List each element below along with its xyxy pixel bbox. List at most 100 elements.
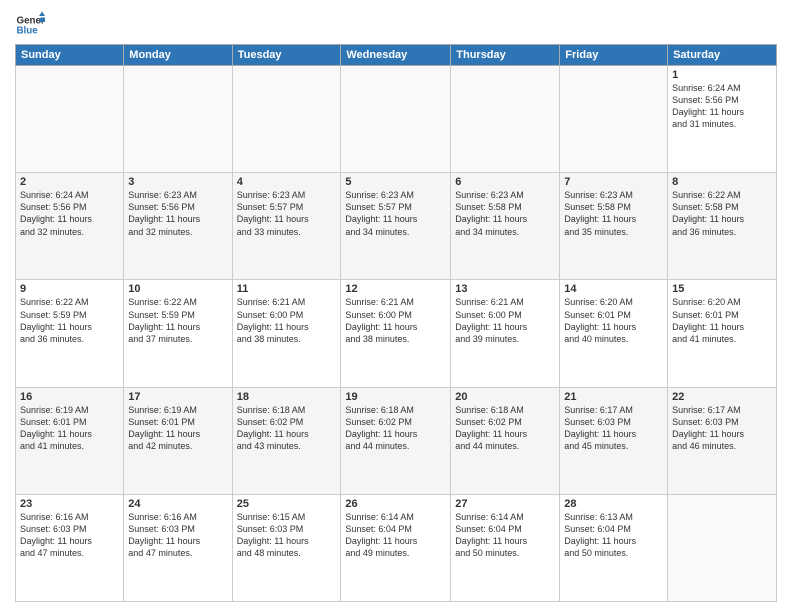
day-number: 27: [455, 498, 555, 510]
day-number: 22: [672, 391, 772, 403]
calendar-cell: 4Sunrise: 6:23 AM Sunset: 5:57 PM Daylig…: [232, 173, 341, 280]
calendar-cell: [16, 66, 124, 173]
calendar-cell: 26Sunrise: 6:14 AM Sunset: 6:04 PM Dayli…: [341, 494, 451, 601]
day-info: Sunrise: 6:16 AM Sunset: 6:03 PM Dayligh…: [128, 511, 227, 560]
calendar-header-row: SundayMondayTuesdayWednesdayThursdayFrid…: [16, 45, 777, 66]
calendar-cell: 10Sunrise: 6:22 AM Sunset: 5:59 PM Dayli…: [124, 280, 232, 387]
day-number: 26: [345, 498, 446, 510]
calendar-week-row: 2Sunrise: 6:24 AM Sunset: 5:56 PM Daylig…: [16, 173, 777, 280]
day-info: Sunrise: 6:23 AM Sunset: 5:56 PM Dayligh…: [128, 189, 227, 238]
calendar-cell: 9Sunrise: 6:22 AM Sunset: 5:59 PM Daylig…: [16, 280, 124, 387]
day-info: Sunrise: 6:18 AM Sunset: 6:02 PM Dayligh…: [345, 404, 446, 453]
calendar-cell: 8Sunrise: 6:22 AM Sunset: 5:58 PM Daylig…: [668, 173, 777, 280]
day-number: 5: [345, 176, 446, 188]
calendar-cell: 15Sunrise: 6:20 AM Sunset: 6:01 PM Dayli…: [668, 280, 777, 387]
day-number: 23: [20, 498, 119, 510]
calendar-cell: 17Sunrise: 6:19 AM Sunset: 6:01 PM Dayli…: [124, 387, 232, 494]
day-info: Sunrise: 6:15 AM Sunset: 6:03 PM Dayligh…: [237, 511, 337, 560]
day-info: Sunrise: 6:20 AM Sunset: 6:01 PM Dayligh…: [672, 296, 772, 345]
weekday-header: Wednesday: [341, 45, 451, 66]
day-info: Sunrise: 6:23 AM Sunset: 5:58 PM Dayligh…: [455, 189, 555, 238]
calendar-cell: [341, 66, 451, 173]
day-info: Sunrise: 6:16 AM Sunset: 6:03 PM Dayligh…: [20, 511, 119, 560]
day-info: Sunrise: 6:21 AM Sunset: 6:00 PM Dayligh…: [455, 296, 555, 345]
day-number: 1: [672, 69, 772, 81]
day-number: 14: [564, 283, 663, 295]
logo-icon: General Blue: [15, 10, 45, 40]
day-info: Sunrise: 6:14 AM Sunset: 6:04 PM Dayligh…: [455, 511, 555, 560]
calendar-week-row: 16 Sunrise: 6:19 AM Sunset: 6:01 PM Dayli…: [16, 387, 777, 494]
calendar-week-row: 9Sunrise: 6:22 AM Sunset: 5:59 PM Daylig…: [16, 280, 777, 387]
calendar-cell: 24Sunrise: 6:16 AM Sunset: 6:03 PM Dayli…: [124, 494, 232, 601]
weekday-header: Saturday: [668, 45, 777, 66]
calendar-cell: 3Sunrise: 6:23 AM Sunset: 5:56 PM Daylig…: [124, 173, 232, 280]
calendar-table: SundayMondayTuesdayWednesdayThursdayFrid…: [15, 44, 777, 602]
weekday-header: Sunday: [16, 45, 124, 66]
weekday-header: Thursday: [451, 45, 560, 66]
day-info: Sunrise: 6:23 AM Sunset: 5:57 PM Dayligh…: [345, 189, 446, 238]
day-number: 20: [455, 391, 555, 403]
day-info: Sunrise: 6:24 AM Sunset: 5:56 PM Dayligh…: [672, 82, 772, 131]
weekday-header: Friday: [560, 45, 668, 66]
calendar-cell: 19Sunrise: 6:18 AM Sunset: 6:02 PM Dayli…: [341, 387, 451, 494]
day-number: 18: [237, 391, 337, 403]
day-info: Sunrise: 6:23 AM Sunset: 5:58 PM Dayligh…: [564, 189, 663, 238]
logo: General Blue: [15, 10, 49, 40]
day-info: Sunrise: 6:22 AM Sunset: 5:59 PM Dayligh…: [20, 296, 119, 345]
calendar-cell: 11Sunrise: 6:21 AM Sunset: 6:00 PM Dayli…: [232, 280, 341, 387]
header: General Blue: [15, 10, 777, 40]
calendar-cell: [668, 494, 777, 601]
day-info: Sunrise: 6:20 AM Sunset: 6:01 PM Dayligh…: [564, 296, 663, 345]
day-number: 24: [128, 498, 227, 510]
calendar-week-row: 1Sunrise: 6:24 AM Sunset: 5:56 PM Daylig…: [16, 66, 777, 173]
day-number: 28: [564, 498, 663, 510]
day-info: Sunrise: 6:17 AM Sunset: 6:03 PM Dayligh…: [564, 404, 663, 453]
day-number: 11: [237, 283, 337, 295]
day-number: 12: [345, 283, 446, 295]
weekday-header: Tuesday: [232, 45, 341, 66]
day-number: 2: [20, 176, 119, 188]
day-number: 8: [672, 176, 772, 188]
day-info: Sunrise: 6:23 AM Sunset: 5:57 PM Dayligh…: [237, 189, 337, 238]
day-number: 4: [237, 176, 337, 188]
day-number: 3: [128, 176, 227, 188]
day-number: 17: [128, 391, 227, 403]
svg-text:Blue: Blue: [17, 25, 39, 36]
day-number: 16: [20, 391, 119, 403]
calendar-cell: 6Sunrise: 6:23 AM Sunset: 5:58 PM Daylig…: [451, 173, 560, 280]
day-number: 19: [345, 391, 446, 403]
calendar-cell: 23Sunrise: 6:16 AM Sunset: 6:03 PM Dayli…: [16, 494, 124, 601]
calendar-cell: 18Sunrise: 6:18 AM Sunset: 6:02 PM Dayli…: [232, 387, 341, 494]
day-info: Sunrise: 6:18 AM Sunset: 6:02 PM Dayligh…: [455, 404, 555, 453]
day-number: 9: [20, 283, 119, 295]
calendar-cell: 1Sunrise: 6:24 AM Sunset: 5:56 PM Daylig…: [668, 66, 777, 173]
day-info: Sunrise: 6:18 AM Sunset: 6:02 PM Dayligh…: [237, 404, 337, 453]
calendar-body: 1Sunrise: 6:24 AM Sunset: 5:56 PM Daylig…: [16, 66, 777, 602]
weekday-header: Monday: [124, 45, 232, 66]
day-number: 13: [455, 283, 555, 295]
calendar-cell: 13Sunrise: 6:21 AM Sunset: 6:00 PM Dayli…: [451, 280, 560, 387]
calendar-cell: 25Sunrise: 6:15 AM Sunset: 6:03 PM Dayli…: [232, 494, 341, 601]
calendar-cell: [124, 66, 232, 173]
page: General Blue SundayMondayTuesdayWednesda…: [0, 0, 792, 612]
calendar-cell: 27Sunrise: 6:14 AM Sunset: 6:04 PM Dayli…: [451, 494, 560, 601]
calendar-cell: 20Sunrise: 6:18 AM Sunset: 6:02 PM Dayli…: [451, 387, 560, 494]
calendar-week-row: 23Sunrise: 6:16 AM Sunset: 6:03 PM Dayli…: [16, 494, 777, 601]
day-info: Sunrise: 6:14 AM Sunset: 6:04 PM Dayligh…: [345, 511, 446, 560]
calendar-cell: [451, 66, 560, 173]
day-info: Sunrise: 6:17 AM Sunset: 6:03 PM Dayligh…: [672, 404, 772, 453]
day-info: Sunrise: 6:21 AM Sunset: 6:00 PM Dayligh…: [345, 296, 446, 345]
calendar-cell: 16Sunrise: 6:19 AM Sunset: 6:01 PM Dayli…: [16, 387, 124, 494]
calendar-cell: 28Sunrise: 6:13 AM Sunset: 6:04 PM Dayli…: [560, 494, 668, 601]
day-number: 10: [128, 283, 227, 295]
day-info: Sunrise: 6:13 AM Sunset: 6:04 PM Dayligh…: [564, 511, 663, 560]
calendar-cell: [232, 66, 341, 173]
day-info: Sunrise: 6:24 AM Sunset: 5:56 PM Dayligh…: [20, 189, 119, 238]
day-info: Sunrise: 6:22 AM Sunset: 5:59 PM Dayligh…: [128, 296, 227, 345]
calendar-cell: [560, 66, 668, 173]
day-number: 7: [564, 176, 663, 188]
day-number: 6: [455, 176, 555, 188]
day-number: 25: [237, 498, 337, 510]
day-info: Sunrise: 6:19 AM Sunset: 6:01 PM Dayligh…: [128, 404, 227, 453]
day-number: 21: [564, 391, 663, 403]
